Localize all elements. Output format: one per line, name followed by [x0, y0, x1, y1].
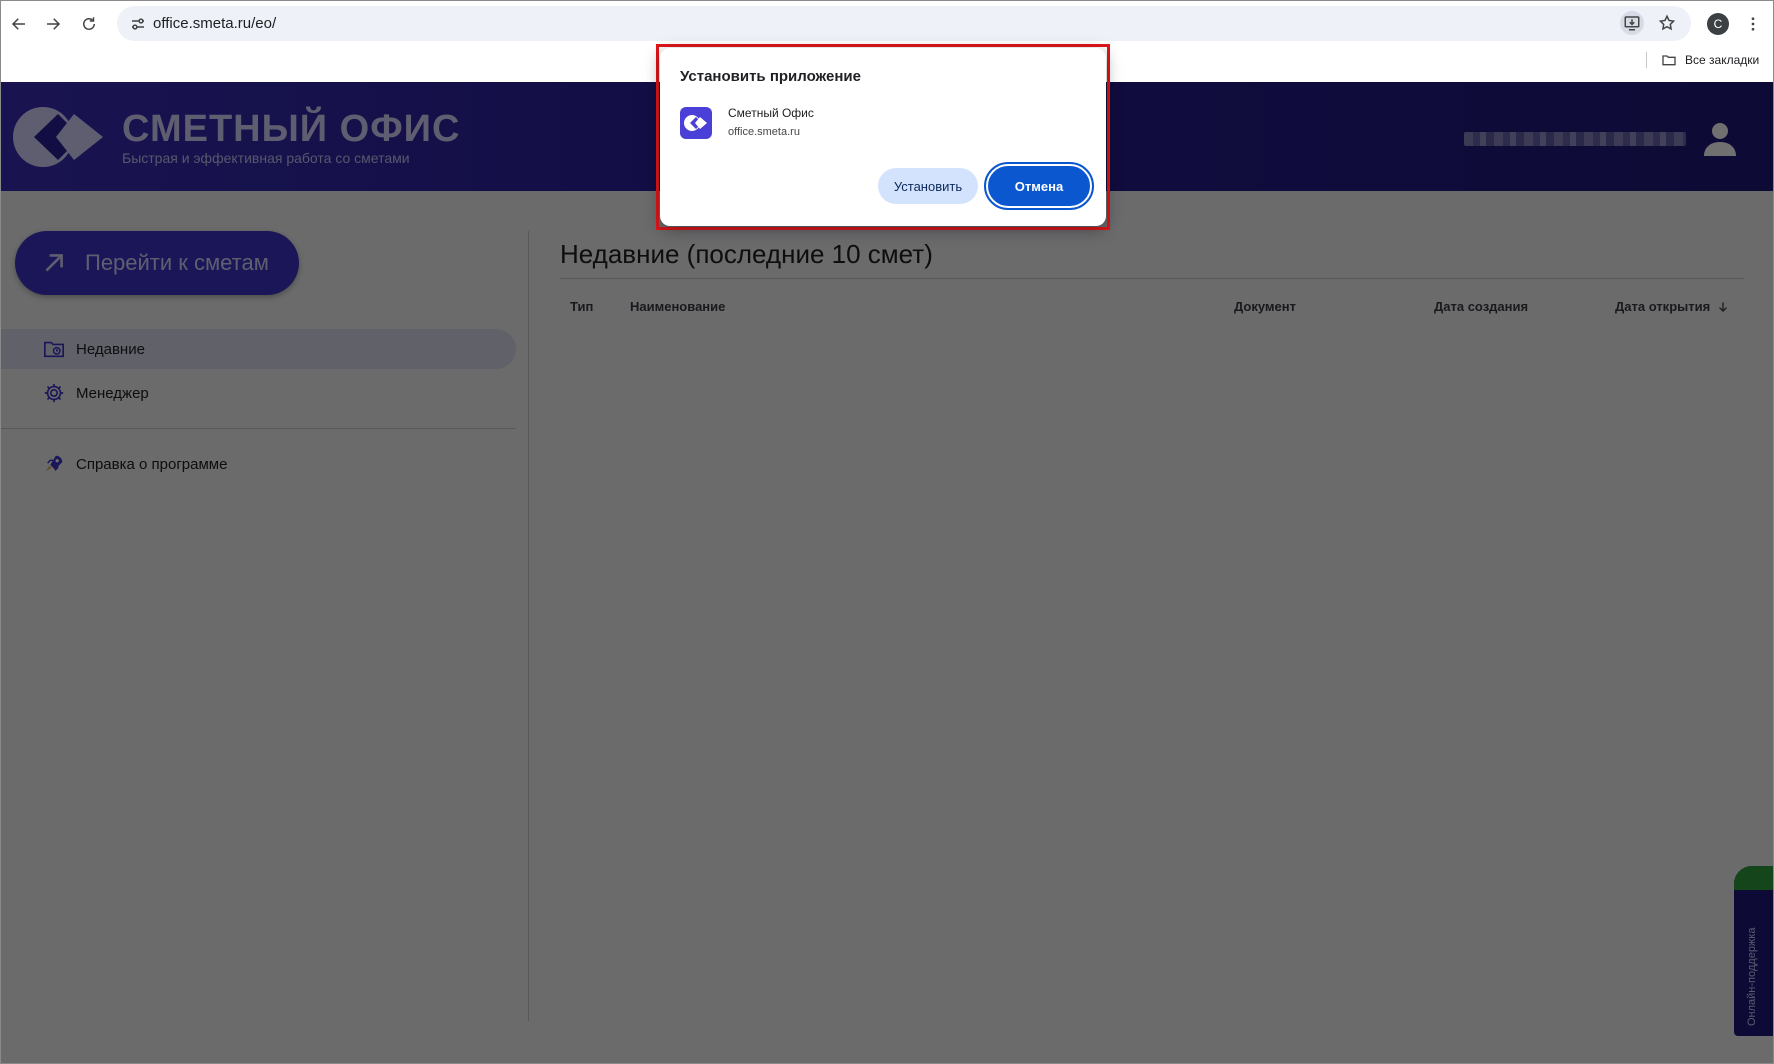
- reload-icon: [83, 17, 95, 30]
- folder-clock-icon: [42, 337, 66, 361]
- column-header-label: Наименование: [630, 299, 726, 314]
- content-divider: [528, 231, 529, 1021]
- online-support-label: Онлайн-поддержка: [1746, 927, 1758, 1026]
- column-header-document[interactable]: Документ: [1234, 299, 1296, 314]
- user-name-redacted: [1464, 132, 1686, 146]
- kebab-menu-icon: [1751, 17, 1755, 31]
- sidebar-item-label: Менеджер: [76, 384, 149, 402]
- all-bookmarks-label: Все закладки: [1685, 53, 1760, 67]
- folder-icon: [1662, 55, 1676, 66]
- title-rule: [560, 278, 1744, 279]
- column-header-created[interactable]: Дата создания: [1434, 299, 1528, 314]
- column-header-type[interactable]: Тип: [570, 299, 593, 314]
- site-settings-icon[interactable]: [129, 15, 147, 33]
- arrow-up-right-icon: [45, 254, 63, 272]
- profile-avatar[interactable]: C: [1707, 13, 1729, 35]
- column-header-label: Дата создания: [1434, 299, 1529, 314]
- reload-button[interactable]: [75, 10, 103, 38]
- dialog-title: Установить приложение: [680, 68, 861, 85]
- arrow-down-icon: [1719, 301, 1728, 312]
- sidebar-item-label: Справка о программе: [76, 455, 228, 473]
- app-body: Перейти к сметам Недавние Менеджер Справ…: [0, 191, 1774, 1064]
- bookmark-star-button[interactable]: [1655, 11, 1679, 35]
- forward-arrow-icon: [47, 18, 61, 30]
- column-header-label: Документ: [1234, 299, 1296, 314]
- brand-subtitle: Быстрая и эффективная работа со сметами: [122, 150, 410, 166]
- install-app-icon: [1624, 16, 1640, 31]
- all-bookmarks-button[interactable]: Все закладки: [1661, 52, 1759, 68]
- page-title: Недавние (последние 10 смет): [560, 239, 933, 269]
- go-to-estimates-label: Перейти к сметам: [85, 250, 269, 275]
- sidebar-item-about[interactable]: Справка о программе: [0, 444, 516, 484]
- column-header-label: Тип: [570, 299, 594, 314]
- sidebar-item-manager[interactable]: Менеджер: [0, 373, 516, 413]
- column-header-opened[interactable]: Дата открытия: [1615, 299, 1730, 314]
- url-text[interactable]: office.smeta.ru/eo/: [153, 15, 276, 32]
- go-to-estimates-button[interactable]: Перейти к сметам: [15, 231, 299, 295]
- logo-icon: [13, 107, 103, 167]
- address-bar[interactable]: office.smeta.ru/eo/: [117, 6, 1691, 41]
- dialog-app-url: office.smeta.ru: [728, 126, 800, 138]
- back-button[interactable]: [5, 10, 33, 38]
- back-arrow-icon: [11, 18, 25, 30]
- cancel-button[interactable]: Отмена: [984, 162, 1094, 210]
- user-avatar-icon[interactable]: [1700, 118, 1740, 158]
- install-app-dialog: Установить приложение Сметный Офис offic…: [660, 48, 1106, 226]
- app-icon: [680, 107, 712, 139]
- star-icon: [1658, 14, 1676, 31]
- column-header-name[interactable]: Наименование: [630, 299, 725, 314]
- rocket-icon: [42, 452, 66, 476]
- forward-button[interactable]: [39, 10, 67, 38]
- bookmarks-divider: [1646, 52, 1647, 68]
- brand-title: СМЕТНЫЙ ОФИС: [122, 108, 461, 150]
- online-support-tab[interactable]: Онлайн-поддержка: [1734, 866, 1774, 1036]
- sidebar-item-recent[interactable]: Недавние: [0, 329, 516, 369]
- browser-menu-button[interactable]: [1741, 10, 1765, 38]
- dialog-app-name: Сметный Офис: [728, 106, 814, 120]
- column-header-label: Дата открытия: [1615, 299, 1711, 314]
- sidebar-item-label: Недавние: [76, 340, 145, 358]
- support-leaf-icon: [1734, 866, 1774, 890]
- gear-icon: [42, 381, 66, 405]
- install-app-button[interactable]: [1620, 11, 1644, 35]
- sidebar-divider: [0, 428, 516, 429]
- install-button[interactable]: Установить: [878, 168, 978, 204]
